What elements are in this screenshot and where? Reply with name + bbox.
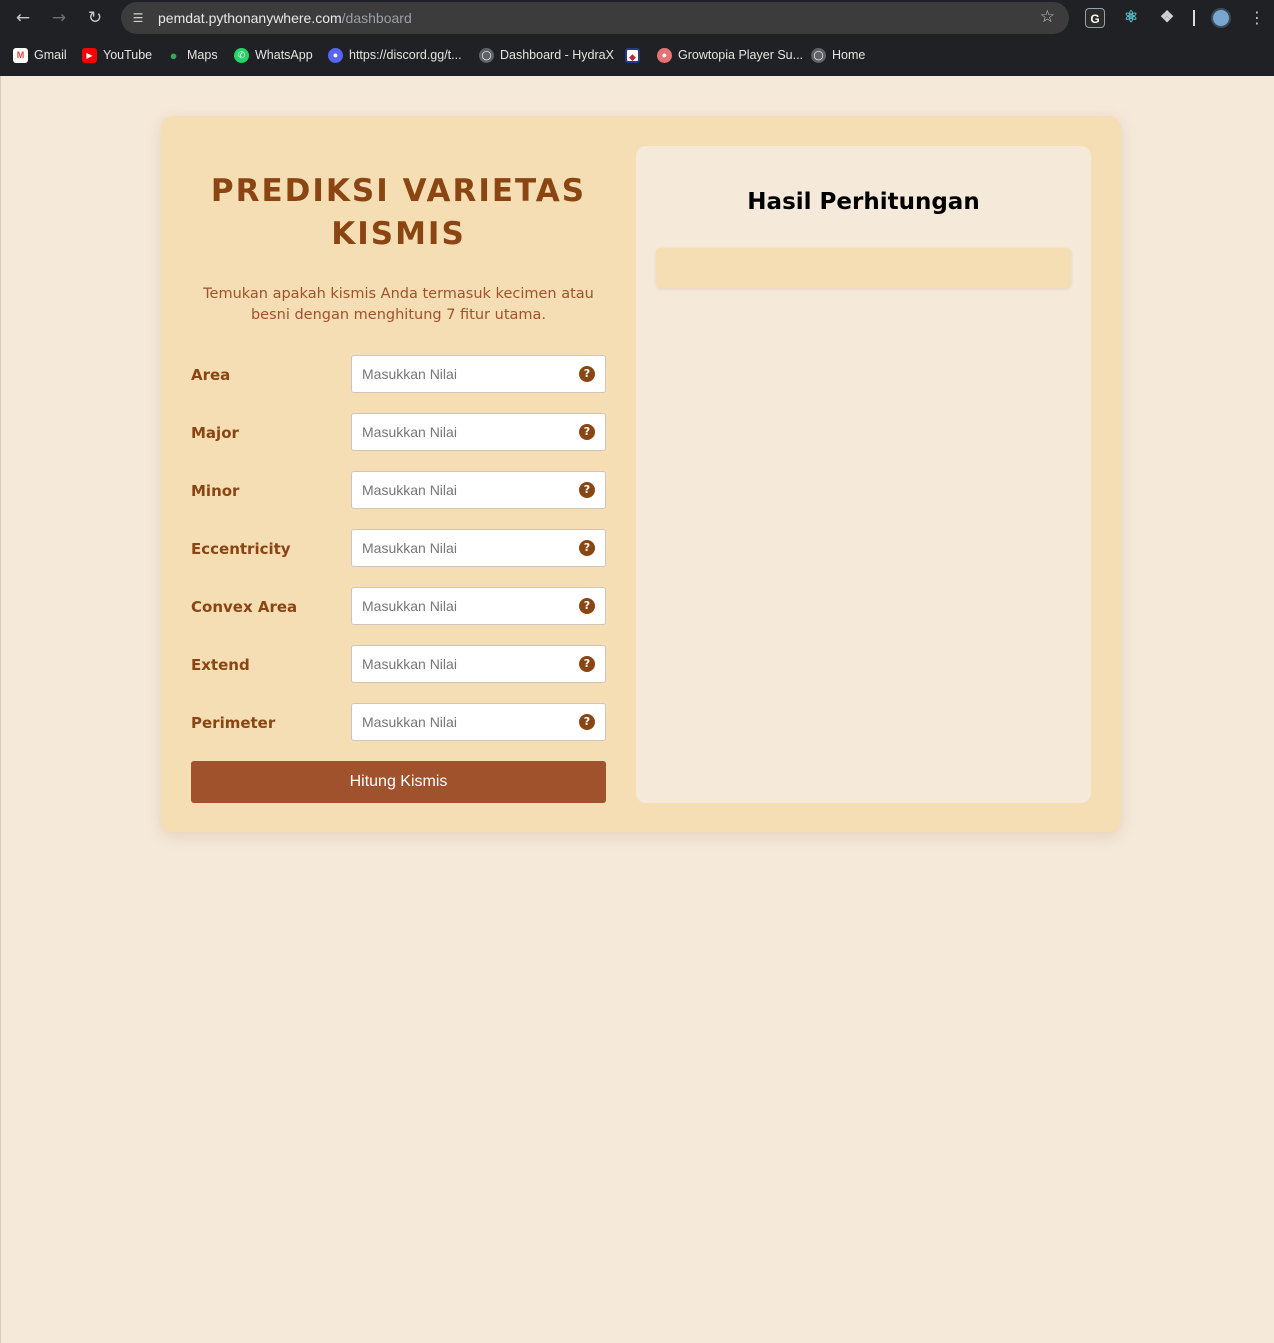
help-icon[interactable]: ? bbox=[579, 482, 595, 498]
whatsapp-icon: ✆ bbox=[234, 47, 249, 63]
field-area: Area ? bbox=[191, 355, 606, 393]
globe-icon: ◯ bbox=[479, 47, 494, 63]
help-icon[interactable]: ? bbox=[579, 366, 595, 382]
page-subtitle: Temukan apakah kismis Anda termasuk keci… bbox=[203, 286, 594, 323]
perimeter-input[interactable] bbox=[352, 704, 577, 740]
convex-area-input[interactable] bbox=[352, 588, 577, 624]
convex-area-input-wrapper: ? bbox=[351, 587, 606, 625]
field-major: Major ? bbox=[191, 413, 606, 451]
field-label: Minor bbox=[191, 482, 240, 500]
growtopia-icon: ● bbox=[657, 47, 672, 63]
help-icon[interactable]: ? bbox=[579, 714, 595, 730]
address-bar[interactable]: ☰ pemdat.pythonanywhere.com/dashboard ☆ bbox=[121, 2, 1069, 34]
bookmark-label: Home bbox=[832, 48, 866, 62]
bookmark-badge[interactable]: ◆ bbox=[625, 46, 646, 64]
youtube-icon: ▶ bbox=[82, 47, 97, 63]
bookmark-discord[interactable]: ● https://discord.gg/t... bbox=[328, 46, 462, 64]
extend-input-wrapper: ? bbox=[351, 645, 606, 683]
bookmark-label: YouTube bbox=[103, 48, 153, 62]
bookmark-label: https://discord.gg/t... bbox=[349, 48, 462, 62]
bookmark-whatsapp[interactable]: ✆ WhatsApp bbox=[234, 46, 313, 64]
field-extend: Extend ? bbox=[191, 645, 606, 683]
major-input-wrapper: ? bbox=[351, 413, 606, 451]
major-input[interactable] bbox=[352, 414, 577, 450]
field-eccentricity: Eccentricity ? bbox=[191, 529, 606, 567]
site-settings-icon[interactable]: ☰ bbox=[129, 9, 147, 27]
area-input-wrapper: ? bbox=[351, 355, 606, 393]
field-perimeter: Perimeter ? bbox=[191, 703, 606, 741]
help-icon[interactable]: ? bbox=[579, 656, 595, 672]
profile-avatar[interactable] bbox=[1211, 8, 1231, 28]
bookmark-label: Growtopia Player Su... bbox=[678, 48, 804, 62]
url-text[interactable]: pemdat.pythonanywhere.com/dashboard bbox=[158, 10, 412, 26]
bookmark-label: Maps bbox=[187, 48, 218, 62]
perimeter-input-wrapper: ? bbox=[351, 703, 606, 741]
minor-input-wrapper: ? bbox=[351, 471, 606, 509]
react-devtools-icon[interactable]: ⚛ bbox=[1121, 8, 1141, 28]
result-title: Hasil Perhitungan bbox=[747, 189, 980, 215]
url-path: /dashboard bbox=[341, 10, 412, 26]
bookmark-home[interactable]: ◯ Home bbox=[811, 46, 865, 64]
bookmark-label: Dashboard - HydraX bbox=[500, 48, 614, 62]
field-label: Major bbox=[191, 424, 239, 442]
help-icon[interactable]: ? bbox=[579, 540, 595, 556]
field-minor: Minor ? bbox=[191, 471, 606, 509]
reload-icon[interactable]: ↻ bbox=[83, 6, 107, 30]
bookmark-label: WhatsApp bbox=[255, 48, 313, 62]
browser-chrome: ← → ↻ ☰ pemdat.pythonanywhere.com/dashbo… bbox=[0, 0, 1274, 76]
shield-badge-icon: ◆ bbox=[625, 47, 640, 63]
forward-arrow-icon[interactable]: → bbox=[47, 6, 71, 30]
bookmark-maps[interactable]: ● Maps bbox=[166, 46, 218, 64]
eccentricity-input[interactable] bbox=[352, 530, 577, 566]
discord-icon: ● bbox=[328, 47, 343, 63]
eccentricity-input-wrapper: ? bbox=[351, 529, 606, 567]
bookmarks-bar: M Gmail ▶ YouTube ● Maps ✆ WhatsApp ● ht… bbox=[0, 42, 1274, 68]
result-output bbox=[656, 248, 1071, 288]
bookmark-gmail[interactable]: M Gmail bbox=[13, 46, 67, 64]
field-convex-area: Convex Area ? bbox=[191, 587, 606, 625]
main-card: PREDIKSI VARIETAS KISMIS Temukan apakah … bbox=[161, 116, 1121, 832]
back-arrow-icon[interactable]: ← bbox=[11, 6, 35, 30]
field-label: Perimeter bbox=[191, 714, 276, 732]
url-host: pemdat.pythonanywhere.com bbox=[158, 10, 342, 26]
page-content: PREDIKSI VARIETAS KISMIS Temukan apakah … bbox=[0, 76, 1274, 1343]
help-icon[interactable]: ? bbox=[579, 424, 595, 440]
page-title: PREDIKSI VARIETAS KISMIS bbox=[210, 173, 587, 252]
bookmark-growtopia[interactable]: ● Growtopia Player Su... bbox=[657, 46, 803, 64]
gmail-icon: M bbox=[13, 47, 28, 63]
help-icon[interactable]: ? bbox=[579, 598, 595, 614]
field-label: Convex Area bbox=[191, 598, 298, 616]
globe-icon: ◯ bbox=[811, 47, 826, 63]
grammar-extension-icon[interactable]: G bbox=[1085, 8, 1105, 28]
field-label: Area bbox=[191, 366, 231, 384]
bookmark-label: Gmail bbox=[34, 48, 67, 62]
browser-menu-icon[interactable]: ⋮ bbox=[1249, 6, 1265, 30]
extensions-puzzle-icon[interactable]: ❖ bbox=[1157, 8, 1177, 28]
result-panel: Hasil Perhitungan bbox=[636, 146, 1091, 803]
minor-input[interactable] bbox=[352, 472, 577, 508]
hitung-kismis-button[interactable]: Hitung Kismis bbox=[191, 761, 606, 803]
area-input[interactable] bbox=[352, 356, 577, 392]
extend-input[interactable] bbox=[352, 646, 577, 682]
bookmark-hydrax[interactable]: ◯ Dashboard - HydraX bbox=[479, 46, 614, 64]
bookmark-star-icon[interactable]: ☆ bbox=[1040, 7, 1055, 27]
maps-icon: ● bbox=[169, 47, 178, 63]
toolbar-divider bbox=[1193, 10, 1195, 26]
field-label: Eccentricity bbox=[191, 540, 291, 558]
bookmark-youtube[interactable]: ▶ YouTube bbox=[82, 46, 152, 64]
browser-toolbar: ← → ↻ ☰ pemdat.pythonanywhere.com/dashbo… bbox=[0, 0, 1274, 36]
field-label: Extend bbox=[191, 656, 250, 674]
